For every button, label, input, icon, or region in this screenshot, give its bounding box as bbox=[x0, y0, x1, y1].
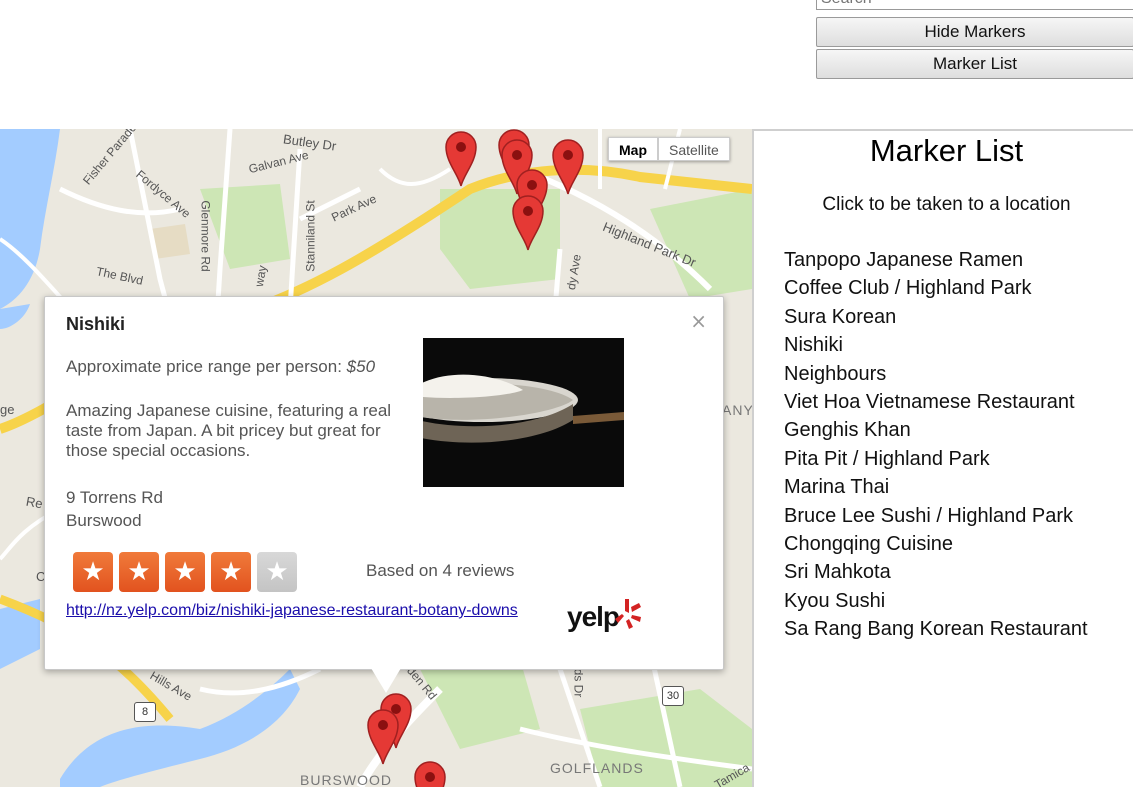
marker-list-item[interactable]: Neighbours bbox=[784, 360, 1088, 388]
place-photo bbox=[423, 338, 624, 487]
panel-border-left bbox=[752, 129, 754, 787]
marker-list-subtitle: Click to be taken to a location bbox=[822, 194, 1071, 215]
marker-list-item[interactable]: Sura Korean bbox=[784, 303, 1088, 331]
info-window-tail bbox=[371, 668, 401, 693]
map-type-control: Map Satellite bbox=[608, 137, 730, 161]
rating-stars: ★ ★ ★ ★ ★ bbox=[73, 552, 297, 592]
map-type-map-button[interactable]: Map bbox=[608, 137, 658, 161]
marker-list-item[interactable]: Tanpopo Japanese Ramen bbox=[784, 246, 1088, 274]
street-label: Re bbox=[24, 493, 44, 512]
hide-markers-button[interactable]: Hide Markers bbox=[816, 17, 1133, 47]
marker-list-item[interactable]: Coffee Club / Highland Park bbox=[784, 274, 1088, 302]
marker-list-item[interactable]: Genghis Khan bbox=[784, 416, 1088, 444]
area-label-burswood: BURSWOOD bbox=[300, 772, 392, 787]
map[interactable]: Butley Dr Galvan Ave Fisher Parade Fordy… bbox=[0, 129, 752, 787]
marker-list-item[interactable]: Marina Thai bbox=[784, 473, 1088, 501]
street-label: ge bbox=[0, 402, 15, 417]
map-marker-pin[interactable] bbox=[551, 137, 585, 195]
star-icon: ★ bbox=[119, 552, 159, 592]
map-marker-pin[interactable] bbox=[444, 129, 478, 187]
panel-border-top bbox=[752, 129, 1133, 131]
yelp-logo: yelp bbox=[567, 601, 620, 632]
marker-list-title: Marker List bbox=[869, 133, 1024, 168]
star-icon: ★ bbox=[165, 552, 205, 592]
route-shield: 30 bbox=[662, 686, 684, 706]
yelp-link[interactable]: http://nz.yelp.com/biz/nishiki-japanese-… bbox=[66, 601, 586, 621]
price-value: $50 bbox=[346, 357, 376, 376]
street-label: Glenmore Rd bbox=[198, 200, 213, 272]
marker-info-window: × Nishiki Approximate price range per pe… bbox=[44, 296, 724, 693]
price-label: Approximate price range per person: bbox=[66, 357, 342, 376]
map-marker-pin[interactable] bbox=[413, 759, 447, 787]
star-icon: ★ bbox=[73, 552, 113, 592]
route-shield: 8 bbox=[134, 702, 156, 722]
marker-list-item[interactable]: Chongqing Cuisine bbox=[784, 530, 1088, 558]
map-marker-pin[interactable] bbox=[366, 707, 400, 765]
marker-list-button[interactable]: Marker List bbox=[816, 49, 1133, 79]
address-line: 9 Torrens Rd bbox=[66, 488, 164, 507]
place-title: Nishiki bbox=[66, 314, 126, 334]
marker-list-item[interactable]: Nishiki bbox=[784, 331, 1088, 359]
place-description: Amazing Japanese cuisine, featuring a re… bbox=[66, 401, 392, 460]
yelp-burst-icon bbox=[615, 599, 641, 629]
review-count: Based on 4 reviews bbox=[366, 561, 515, 580]
map-marker-pin[interactable] bbox=[511, 193, 545, 251]
star-empty-icon: ★ bbox=[257, 552, 297, 592]
marker-list-item[interactable]: Sri Mahkota bbox=[784, 558, 1088, 586]
close-icon[interactable]: × bbox=[690, 309, 707, 333]
marker-list-item[interactable]: Kyou Sushi bbox=[784, 587, 1088, 615]
address-suburb: Burswood bbox=[66, 511, 142, 530]
star-icon: ★ bbox=[211, 552, 251, 592]
marker-list-item[interactable]: Viet Hoa Vietnamese Restaurant bbox=[784, 388, 1088, 416]
street-label: Stanniland St bbox=[303, 200, 318, 272]
area-label-golflands: GOLFLANDS bbox=[550, 760, 644, 776]
price-range: Approximate price range per person: $50 bbox=[66, 357, 375, 377]
marker-list-item[interactable]: Pita Pit / Highland Park bbox=[784, 445, 1088, 473]
map-type-satellite-button[interactable]: Satellite bbox=[658, 137, 730, 161]
marker-list-item[interactable]: Bruce Lee Sushi / Highland Park bbox=[784, 502, 1088, 530]
place-address: 9 Torrens Rd Burswood bbox=[66, 486, 163, 532]
marker-list-item[interactable]: Sa Rang Bang Korean Restaurant bbox=[784, 615, 1088, 643]
marker-list: Tanpopo Japanese Ramen Coffee Club / Hig… bbox=[784, 246, 1088, 644]
search-input[interactable] bbox=[816, 0, 1133, 10]
area-label-partial: ANY bbox=[722, 402, 752, 418]
